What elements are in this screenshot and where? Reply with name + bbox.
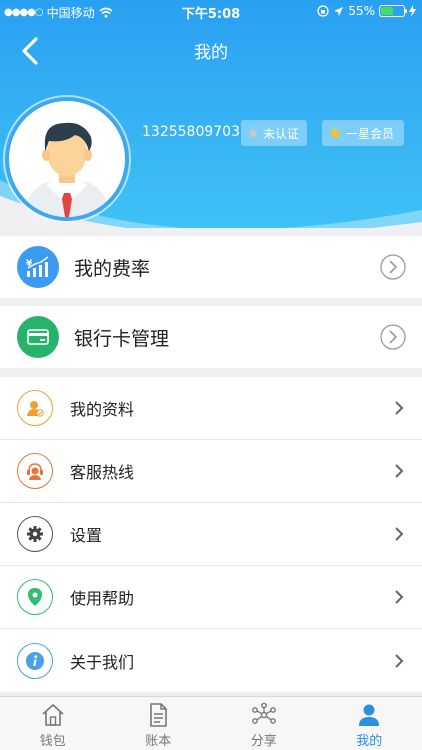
chevron-right-icon xyxy=(395,401,404,415)
tab-label-ledger: 账本 xyxy=(145,734,172,749)
phone-number: 13255809703 xyxy=(142,124,240,140)
tab-label-wallet: 钱包 xyxy=(39,734,66,749)
profile-header: ●●●●○ 中国移动 下午5:08 55% 我的 13255809703 未认证… xyxy=(0,0,422,228)
my-rate-row[interactable]: ¥ 我的费率 xyxy=(0,236,422,298)
user-icon xyxy=(359,704,380,726)
tab-label-mine: 我的 xyxy=(356,734,383,749)
rotation-lock-icon xyxy=(317,5,329,17)
menu-label-my-profile: 我的资料 xyxy=(70,400,135,419)
home-icon xyxy=(42,704,64,726)
tab-share[interactable]: 分享 xyxy=(211,697,317,750)
help-pin-icon xyxy=(17,579,53,615)
menu-item-my-profile[interactable]: 我的资料 xyxy=(0,377,422,440)
verify-badge-label: 未认证 xyxy=(263,126,300,141)
bank-card-card[interactable]: 银行卡管理 xyxy=(0,306,422,368)
user-avatar-icon xyxy=(9,101,125,217)
bank-card-icon xyxy=(17,316,59,358)
chevron-right-icon xyxy=(395,653,404,668)
member-badge-label: 一星会员 xyxy=(346,126,395,141)
location-arrow-icon xyxy=(334,6,344,16)
charging-bolt-icon xyxy=(409,5,416,17)
menu-item-help[interactable]: 使用帮助 xyxy=(0,566,422,629)
rate-chart-icon: ¥ xyxy=(17,246,59,288)
chevron-right-icon xyxy=(395,590,404,604)
tab-label-share: 分享 xyxy=(250,734,277,749)
bank-card-label: 银行卡管理 xyxy=(74,327,170,350)
menu-label-customer-service: 客服热线 xyxy=(70,463,135,482)
bank-card-glyph xyxy=(27,329,49,345)
battery-fill xyxy=(381,7,394,15)
status-bar: ●●●●○ 中国移动 下午5:08 55% xyxy=(0,0,422,22)
gear-glyph xyxy=(27,526,43,542)
rate-chart-glyph: ¥ xyxy=(26,256,49,277)
battery-icon xyxy=(379,5,407,17)
member-level-badge[interactable]: 一星会员 xyxy=(322,120,404,146)
menu-item-customer-service[interactable]: 客服热线 xyxy=(0,440,422,503)
customer-service-glyph xyxy=(27,463,43,480)
settings-menu: 我的资料 客服热线 设置 使用帮助 关于我们 xyxy=(0,377,422,692)
help-pin-glyph xyxy=(28,588,42,606)
star-gray-icon xyxy=(247,127,259,139)
verify-status-badge[interactable]: 未认证 xyxy=(241,120,307,146)
menu-label-settings: 设置 xyxy=(70,526,103,545)
my-rate-card[interactable]: ¥ 我的费率 xyxy=(0,236,422,298)
menu-item-about-us[interactable]: 关于我们 xyxy=(0,629,422,692)
page-title: 我的 xyxy=(194,43,228,63)
star-gold-icon xyxy=(328,126,342,139)
profile-icon xyxy=(17,390,53,426)
chevron-right-icon xyxy=(395,464,404,478)
menu-label-help: 使用帮助 xyxy=(70,589,135,608)
circle-chevron-right-icon xyxy=(380,324,406,350)
info-icon xyxy=(17,642,53,679)
bank-card-row[interactable]: 银行卡管理 xyxy=(0,306,422,368)
my-rate-label: 我的费率 xyxy=(74,257,151,280)
menu-item-settings[interactable]: 设置 xyxy=(0,503,422,566)
document-icon xyxy=(150,703,168,727)
customer-service-icon xyxy=(17,453,53,489)
profile-glyph xyxy=(27,401,44,417)
chevron-right-icon xyxy=(395,527,404,541)
battery-percent: 55% xyxy=(348,4,375,18)
avatar[interactable] xyxy=(5,97,129,221)
menu-label-about-us: 关于我们 xyxy=(70,652,135,672)
tab-mine[interactable]: 我的 xyxy=(317,697,422,750)
tab-ledger[interactable]: 账本 xyxy=(106,697,212,750)
bottom-tab-bar: 钱包 账本 分享 我的 xyxy=(0,696,422,750)
tab-wallet[interactable]: 钱包 xyxy=(0,697,106,750)
circle-chevron-right-icon xyxy=(380,254,406,280)
gear-icon xyxy=(17,516,53,552)
share-icon xyxy=(251,702,276,724)
info-glyph xyxy=(26,651,44,670)
